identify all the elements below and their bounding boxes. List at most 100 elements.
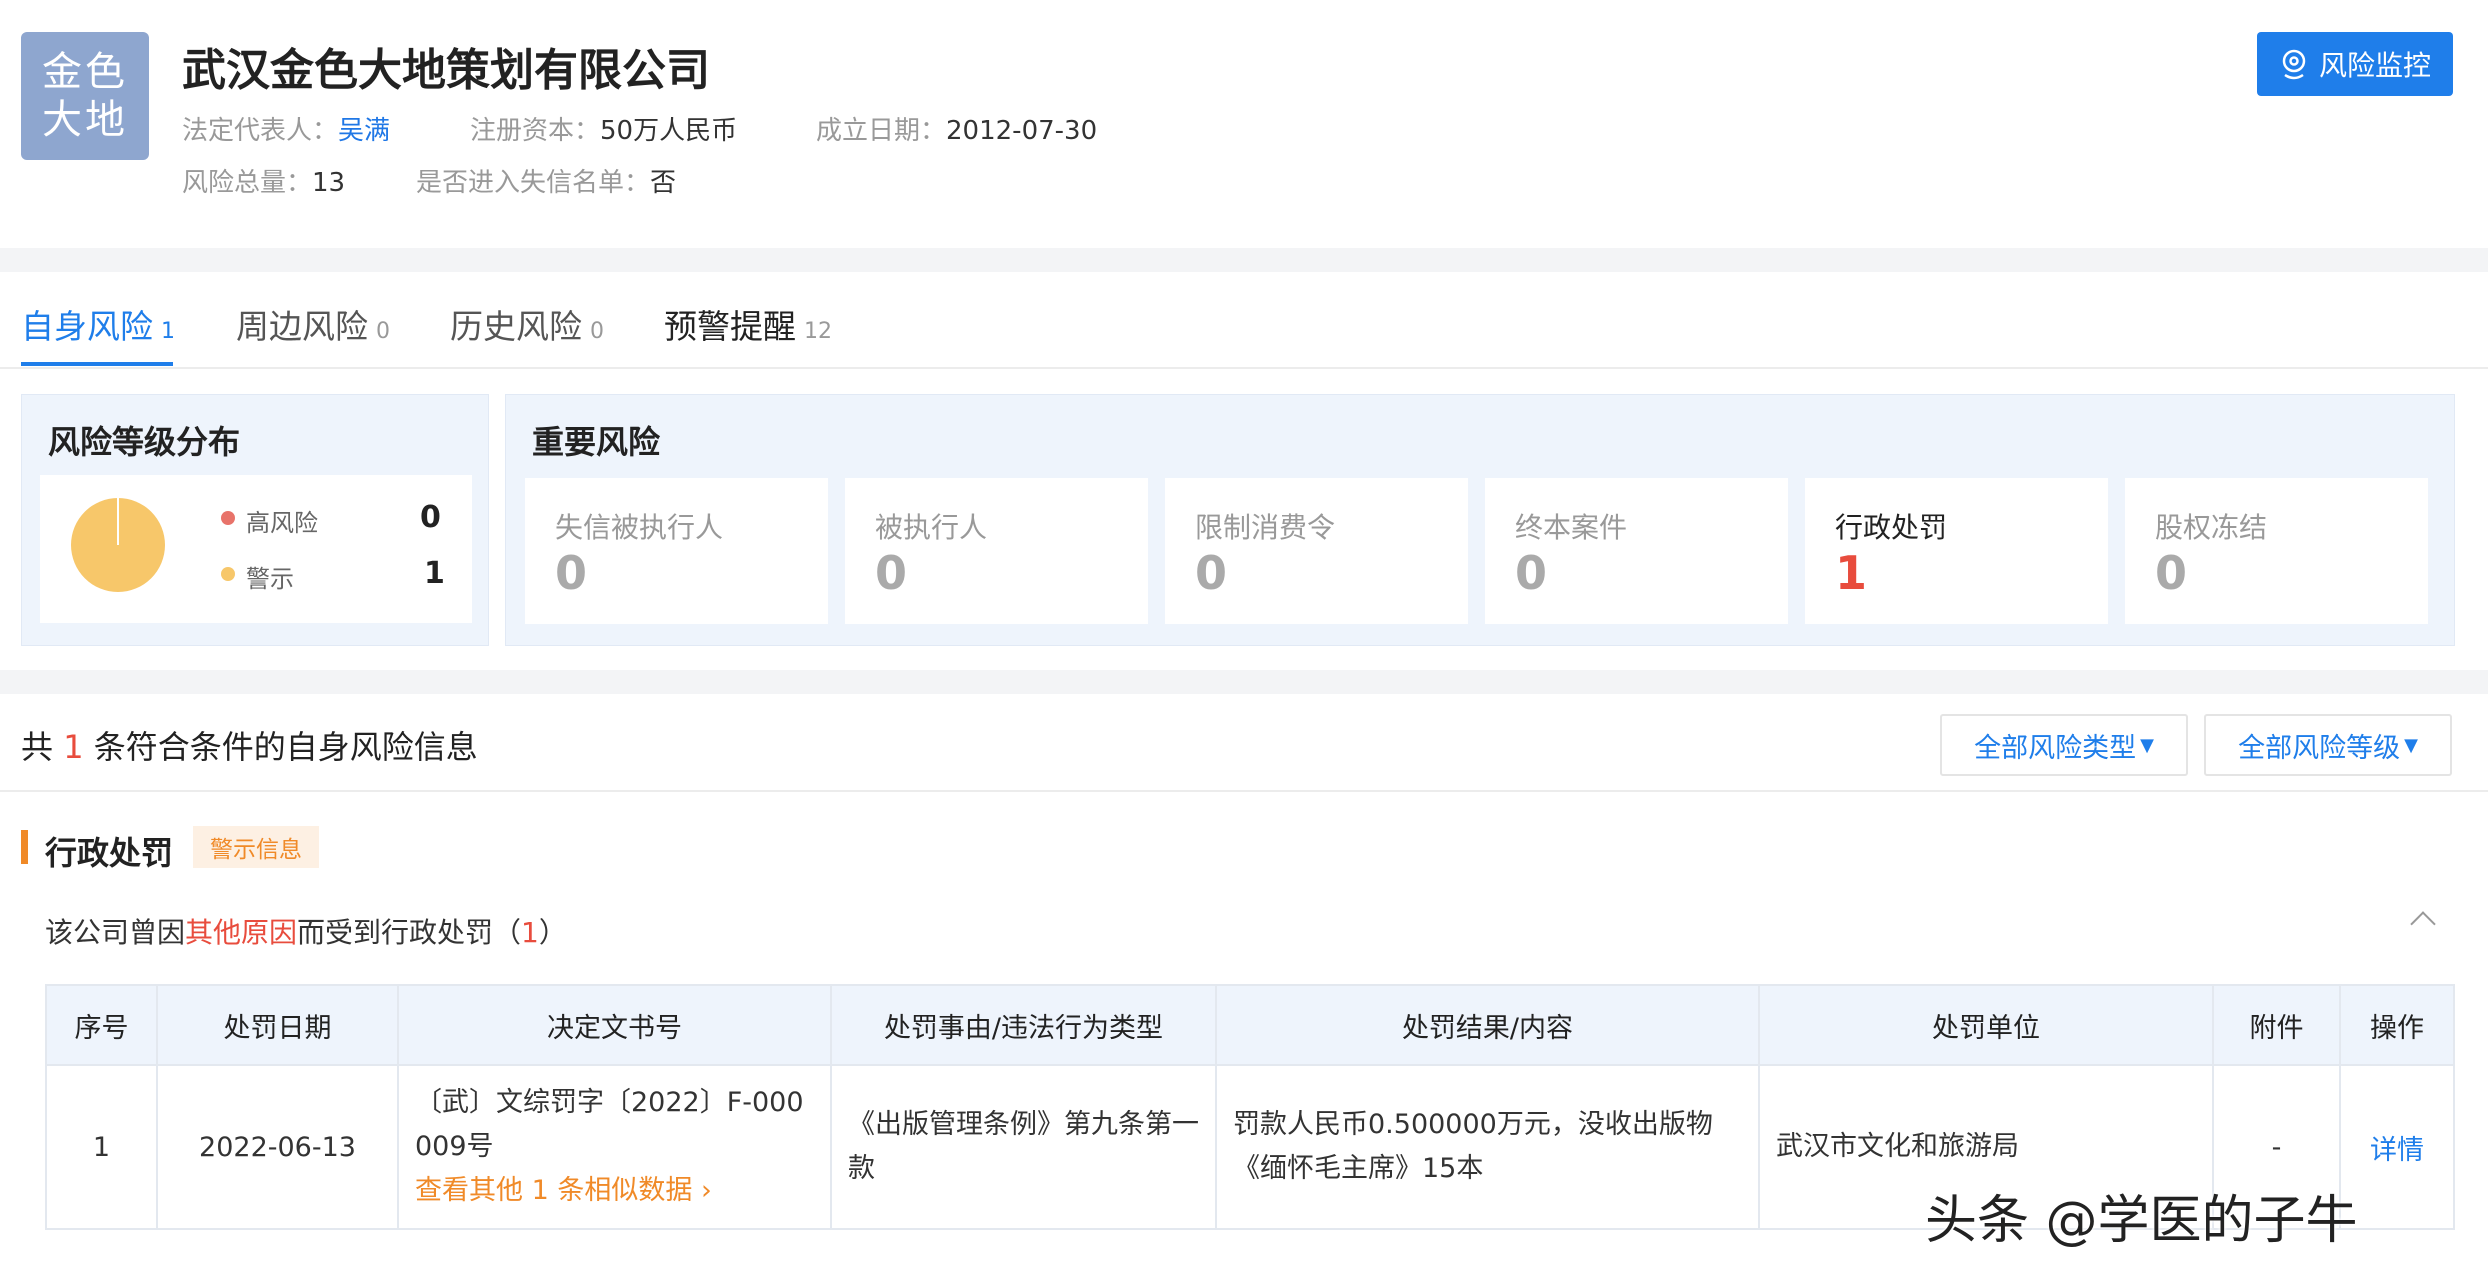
tabs-divider	[0, 367, 2488, 369]
founded-label: 成立日期：	[816, 116, 947, 146]
card-label: 行政处罚	[1835, 511, 1948, 544]
card-value: 0	[555, 546, 588, 600]
risk-distribution-title: 风险等级分布	[48, 423, 241, 461]
risk-monitor-label: 风险监控	[2318, 49, 2431, 82]
section-divider	[0, 670, 2488, 694]
dishonest-status: 是否进入失信名单：否	[416, 162, 676, 199]
dishonest-value: 否	[650, 168, 677, 198]
risk-level-filter[interactable]: 全部风险等级 ▼	[2204, 714, 2452, 776]
logo-text-line2: 大地	[42, 97, 128, 143]
risk-total-value: 13	[312, 168, 346, 198]
legal-rep-link[interactable]: 吴满	[338, 116, 390, 146]
warning-tag: 警示信息	[193, 826, 319, 868]
risk-type-filter[interactable]: 全部风险类型 ▼	[1940, 714, 2188, 776]
tab-self-risk[interactable]: 自身风险 1	[21, 300, 175, 348]
tab-count: 12	[804, 319, 832, 344]
results-prefix: 共	[21, 728, 54, 766]
summary-suffix: 而受到行政处罚（	[297, 916, 522, 949]
warning-value: 1	[424, 556, 445, 591]
dishonest-label: 是否进入失信名单：	[416, 168, 651, 198]
risk-card-terminated-cases[interactable]: 终本案件 0	[1485, 478, 1788, 624]
important-risks-title: 重要风险	[532, 423, 661, 461]
registered-capital: 注册资本：50万人民币	[470, 110, 737, 147]
cell-doc-no: 〔武〕文综罚字〔2022〕F-000009号 查看其他 1 条相似数据 ›	[397, 1064, 832, 1230]
card-label: 限制消费令	[1195, 511, 1336, 544]
risk-card-dishonest-executed[interactable]: 失信被执行人 0	[525, 478, 828, 624]
location-pin-icon	[2282, 49, 2306, 80]
penalty-summary: 该公司曾因其他原因而受到行政处罚（1）	[45, 911, 567, 951]
risk-level-filter-label: 全部风险等级	[2238, 732, 2401, 764]
similar-data-label: 查看其他 1 条相似数据	[415, 1175, 693, 1206]
card-label: 失信被执行人	[555, 511, 724, 544]
section-accent-bar	[21, 830, 28, 864]
risk-pie-chart	[71, 498, 165, 592]
tab-warning-alerts[interactable]: 预警提醒 12	[664, 300, 832, 348]
high-risk-dot	[221, 511, 235, 525]
summary-count: 1	[521, 916, 539, 949]
risk-total: 风险总量：13	[182, 162, 345, 199]
risk-card-executed[interactable]: 被执行人 0	[845, 478, 1148, 624]
card-value: 0	[1515, 546, 1548, 600]
column-header: 处罚事由/违法行为类型	[830, 984, 1217, 1066]
risk-card-admin-penalty[interactable]: 行政处罚 1	[1805, 478, 2108, 624]
founded-date: 成立日期：2012-07-30	[816, 110, 1097, 147]
chevron-right-icon: ›	[700, 1175, 712, 1206]
warning-label: 警示	[246, 565, 294, 593]
high-risk-label: 高风险	[246, 509, 318, 537]
card-label: 终本案件	[1515, 511, 1628, 544]
risk-card-equity-freeze[interactable]: 股权冻结 0	[2125, 478, 2428, 624]
tab-surrounding-risk[interactable]: 周边风险 0	[236, 300, 390, 348]
risk-card-consumption-limit[interactable]: 限制消费令 0	[1165, 478, 1468, 624]
results-count-value: 1	[63, 728, 84, 766]
dropdown-caret-icon: ▼	[2404, 734, 2418, 756]
section-divider	[0, 248, 2488, 272]
column-header: 处罚单位	[1758, 984, 2214, 1066]
results-divider	[0, 790, 2488, 792]
warning-dot	[221, 567, 235, 581]
logo-text-line1: 金色	[42, 49, 128, 95]
cell-index: 1	[45, 1064, 158, 1230]
summary-highlight: 其他原因	[185, 916, 298, 949]
legal-rep-label: 法定代表人：	[182, 116, 339, 146]
tab-label: 历史风险	[450, 307, 582, 346]
founded-value: 2012-07-30	[946, 116, 1098, 146]
results-count: 共 1 条符合条件的自身风险信息	[21, 722, 478, 768]
dropdown-caret-icon: ▼	[2140, 734, 2154, 756]
cell-result: 罚款人民币0.500000万元，没收出版物《缅怀毛主席》15本	[1215, 1064, 1760, 1230]
cell-reason: 《出版管理条例》第九条第一款	[830, 1064, 1217, 1230]
collapse-chevron-icon[interactable]	[2410, 911, 2436, 937]
risk-total-label: 风险总量：	[182, 168, 313, 198]
cell-date: 2022-06-13	[156, 1064, 399, 1230]
column-header: 决定文书号	[397, 984, 832, 1066]
card-value: 0	[875, 546, 908, 600]
doc-number: 〔武〕文综罚字〔2022〕F-000009号	[415, 1087, 804, 1162]
risk-monitor-button[interactable]: 风险监控	[2257, 32, 2453, 96]
card-label: 被执行人	[875, 511, 988, 544]
company-logo: 金色 大地	[21, 32, 149, 160]
legal-rep: 法定代表人：吴满	[182, 110, 390, 147]
capital-label: 注册资本：	[470, 116, 601, 146]
column-header: 操作	[2339, 984, 2455, 1066]
card-value: 0	[1195, 546, 1228, 600]
high-risk-value: 0	[420, 500, 441, 535]
tab-label: 自身风险	[21, 307, 153, 346]
column-header: 处罚结果/内容	[1215, 984, 1760, 1066]
card-value: 1	[1835, 546, 1868, 600]
risk-distribution-panel: 风险等级分布 高风险 0 警示 1	[21, 394, 489, 646]
tab-history-risk[interactable]: 历史风险 0	[450, 300, 604, 348]
column-header: 序号	[45, 984, 158, 1066]
tab-count: 1	[161, 319, 175, 344]
results-suffix: 条符合条件的自身风险信息	[93, 728, 478, 766]
active-tab-indicator	[21, 362, 173, 366]
column-header: 处罚日期	[156, 984, 399, 1066]
card-value: 0	[2155, 546, 2188, 600]
similar-data-link[interactable]: 查看其他 1 条相似数据 ›	[415, 1169, 814, 1213]
summary-prefix: 该公司曾因	[45, 916, 186, 949]
tab-count: 0	[590, 319, 604, 344]
details-link[interactable]: 详情	[2370, 1135, 2424, 1166]
risk-distribution-body: 高风险 0 警示 1	[40, 475, 472, 623]
company-name: 武汉金色大地策划有限公司	[182, 45, 710, 96]
tab-count: 0	[376, 319, 390, 344]
capital-value: 50万人民币	[600, 116, 738, 146]
watermark-text: 头条 @学医的子牛	[1925, 1191, 2358, 1251]
